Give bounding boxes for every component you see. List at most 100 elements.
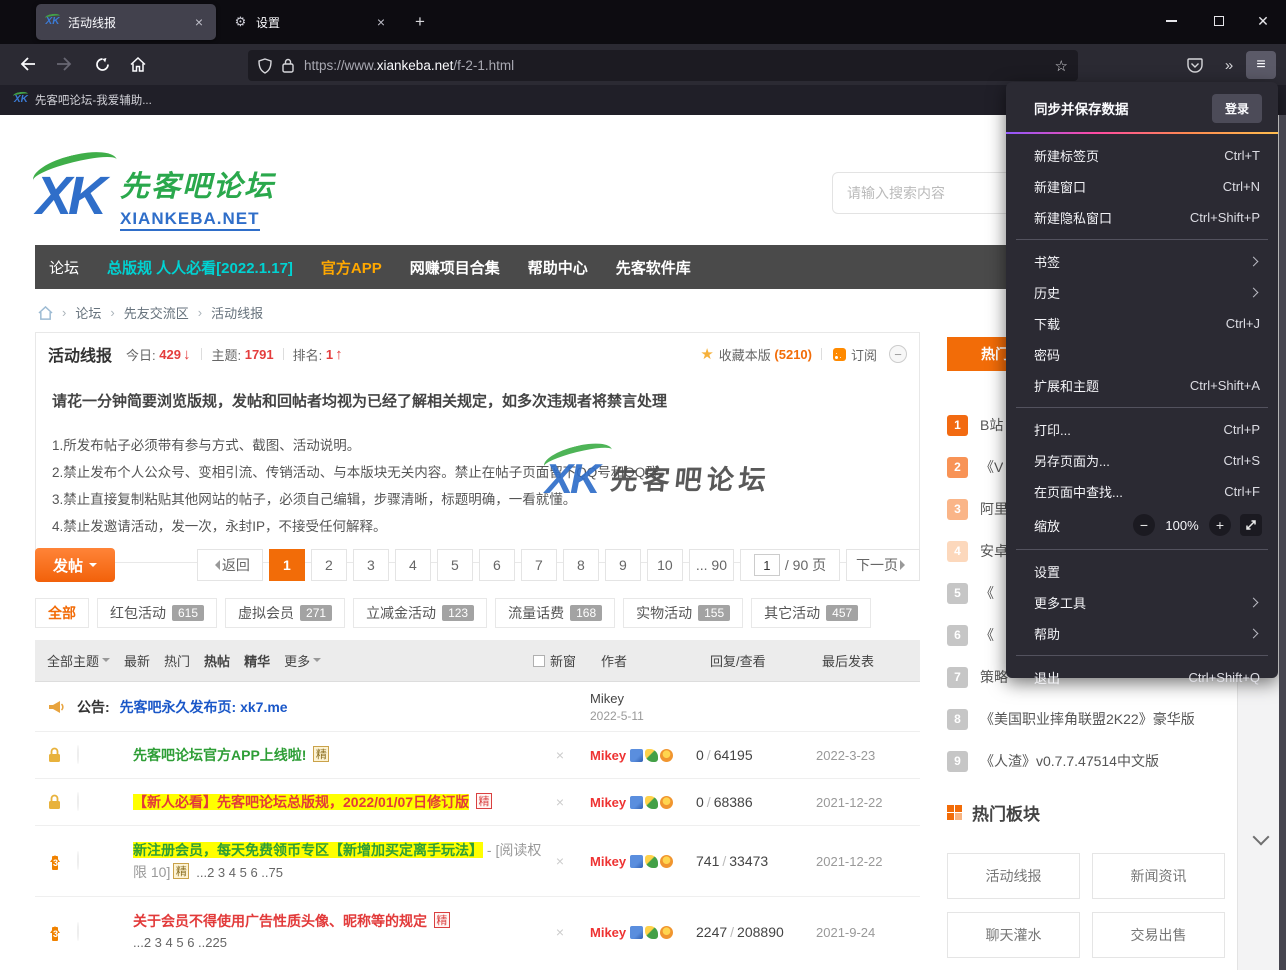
thread-author[interactable]: Mikey — [590, 748, 626, 763]
bookmark-item[interactable]: 先客吧论坛-我爱辅助... — [35, 92, 152, 108]
next-page-button[interactable]: 下一页 — [846, 549, 920, 581]
sort-newest[interactable]: 最新 — [124, 651, 150, 670]
new-post-button[interactable]: 发帖 — [35, 548, 115, 582]
zoom-in-button[interactable]: + — [1209, 514, 1231, 536]
site-logo[interactable]: XK 先客吧论坛 XIANKEBA.NET — [36, 157, 275, 231]
thread-page-links[interactable]: ...2 3 4 5 6 ..225 — [133, 932, 546, 954]
thread-title[interactable]: 新注册会员，每天免费领币专区【新增加买定离手玩法】 — [133, 842, 483, 858]
filter-tab[interactable]: 流量话费168 — [495, 598, 615, 628]
menu-item-history[interactable]: 历史 — [1006, 277, 1278, 308]
page-button[interactable]: 7 — [521, 549, 557, 581]
thread-title[interactable]: 先客吧论坛官方APP上线啦! — [133, 747, 306, 763]
sort-more[interactable]: 更多 — [284, 651, 321, 670]
back-button[interactable] — [12, 49, 44, 79]
sort-all-topics[interactable]: 全部主题 — [47, 651, 110, 670]
subscribe-link[interactable]: 订阅 — [851, 345, 877, 364]
page-scrollbar[interactable] — [1279, 115, 1286, 970]
nav-item-forum[interactable]: 论坛 — [35, 257, 93, 278]
board-link[interactable]: 交易出售 — [1092, 912, 1225, 958]
page-button[interactable]: 10 — [647, 549, 683, 581]
row-close-icon[interactable]: × — [546, 747, 574, 763]
pocket-icon[interactable] — [1180, 51, 1210, 79]
breadcrumb-section[interactable]: 先友交流区 — [124, 303, 189, 322]
menu-item-exit[interactable]: 退出Ctrl+Shift+Q — [1006, 662, 1278, 693]
page-button[interactable]: 8 — [563, 549, 599, 581]
thread-author[interactable]: Mikey — [590, 925, 626, 940]
page-jump-input[interactable] — [754, 554, 780, 576]
board-link[interactable]: 活动线报 — [947, 853, 1080, 899]
page-button[interactable]: 9 — [605, 549, 641, 581]
back-page-button[interactable]: 返回 — [197, 549, 263, 581]
avatar[interactable] — [77, 922, 79, 941]
window-minimize-button[interactable] — [1148, 0, 1194, 42]
lock-icon[interactable] — [282, 58, 294, 73]
menu-item-settings[interactable]: 设置 — [1006, 556, 1278, 587]
page-button[interactable]: 5 — [437, 549, 473, 581]
avatar[interactable] — [77, 745, 79, 764]
filter-tab[interactable]: 虚拟会员271 — [225, 598, 345, 628]
overflow-menu-icon[interactable]: » — [1214, 51, 1244, 79]
app-menu-button[interactable]: ≡ — [1246, 51, 1276, 79]
menu-item-new-window[interactable]: 新建窗口Ctrl+N — [1006, 171, 1278, 202]
bookmark-star-icon[interactable]: ☆ — [1055, 57, 1068, 75]
filter-tab[interactable]: 其它活动457 — [751, 598, 871, 628]
home-button[interactable] — [122, 49, 154, 79]
url-text[interactable]: https://www.xiankeba.net/f-2-1.html — [304, 58, 1047, 73]
sort-digest[interactable]: 精华 — [244, 651, 270, 670]
page-button-current[interactable]: 1 — [269, 549, 305, 581]
menu-item-addons[interactable]: 扩展和主题Ctrl+Shift+A — [1006, 370, 1278, 401]
menu-item-help[interactable]: 帮助 — [1006, 618, 1278, 649]
avatar[interactable] — [77, 792, 79, 811]
fullscreen-button[interactable] — [1240, 514, 1262, 536]
filter-tab[interactable]: 实物活动155 — [623, 598, 743, 628]
board-link[interactable]: 聊天灌水 — [947, 912, 1080, 958]
board-link[interactable]: 新闻资讯 — [1092, 853, 1225, 899]
nav-item-app[interactable]: 官方APP — [307, 257, 396, 278]
favorite-link[interactable]: 收藏本版 — [719, 345, 771, 364]
url-bar[interactable]: https://www.xiankeba.net/f-2-1.html ☆ — [248, 50, 1078, 81]
home-icon[interactable] — [38, 306, 53, 320]
page-button[interactable]: 6 — [479, 549, 515, 581]
page-button[interactable]: 2 — [311, 549, 347, 581]
collapse-button[interactable]: − — [889, 345, 907, 363]
tab-close-icon[interactable]: × — [372, 13, 390, 31]
row-close-icon[interactable]: × — [546, 853, 574, 869]
row-close-icon[interactable]: × — [546, 924, 574, 940]
menu-item-print[interactable]: 打印...Ctrl+P — [1006, 414, 1278, 445]
breadcrumb-forum[interactable]: 论坛 — [75, 303, 101, 322]
thread-page-links[interactable]: ...2 3 4 5 6 ..75 — [196, 865, 283, 880]
page-button[interactable]: 3 — [353, 549, 389, 581]
sort-hot-posts[interactable]: 热帖 — [204, 651, 230, 670]
announcement-link[interactable]: 先客吧永久发布页: xk7.me — [120, 699, 288, 715]
window-maximize-button[interactable] — [1196, 0, 1242, 42]
filter-tab[interactable]: 立减金活动123 — [353, 598, 487, 628]
filter-all[interactable]: 全部 — [35, 598, 89, 628]
nav-item-projects[interactable]: 网赚项目合集 — [396, 257, 514, 278]
zoom-out-button[interactable]: − — [1133, 514, 1155, 536]
announcement-author[interactable]: Mikey — [590, 691, 696, 706]
breadcrumb-current[interactable]: 活动线报 — [211, 303, 263, 322]
filter-tab[interactable]: 红包活动615 — [97, 598, 217, 628]
row-close-icon[interactable]: × — [546, 794, 574, 810]
nav-item-rules[interactable]: 总版规 人人必看[2022.1.17] — [93, 257, 307, 278]
menu-item-new-private-window[interactable]: 新建隐私窗口Ctrl+Shift+P — [1006, 202, 1278, 233]
ranked-item[interactable]: 8《美国职业摔角联盟2K22》豪华版 — [947, 704, 1235, 734]
tracking-shield-icon[interactable] — [258, 58, 272, 74]
zoom-level[interactable]: 100% — [1164, 518, 1200, 533]
tab-active[interactable]: XK 活动线报 × — [36, 4, 216, 40]
menu-item-new-tab[interactable]: 新建标签页Ctrl+T — [1006, 140, 1278, 171]
menu-item-more-tools[interactable]: 更多工具 — [1006, 587, 1278, 618]
ranked-item[interactable]: 9《人渣》v0.7.7.47514中文版 — [947, 746, 1235, 776]
menu-item-find-in-page[interactable]: 在页面中查找...Ctrl+F — [1006, 476, 1278, 507]
menu-item-downloads[interactable]: 下载Ctrl+J — [1006, 308, 1278, 339]
menu-item-bookmarks[interactable]: 书签 — [1006, 246, 1278, 277]
rss-icon[interactable] — [833, 348, 846, 361]
forward-button[interactable] — [48, 49, 80, 79]
avatar[interactable] — [77, 851, 79, 870]
sync-row[interactable]: 同步并保存数据 登录 — [1006, 88, 1278, 128]
thread-author[interactable]: Mikey — [590, 795, 626, 810]
menu-item-passwords[interactable]: 密码 — [1006, 339, 1278, 370]
page-button[interactable]: 4 — [395, 549, 431, 581]
window-close-button[interactable]: ✕ — [1240, 0, 1286, 42]
thread-author[interactable]: Mikey — [590, 854, 626, 869]
